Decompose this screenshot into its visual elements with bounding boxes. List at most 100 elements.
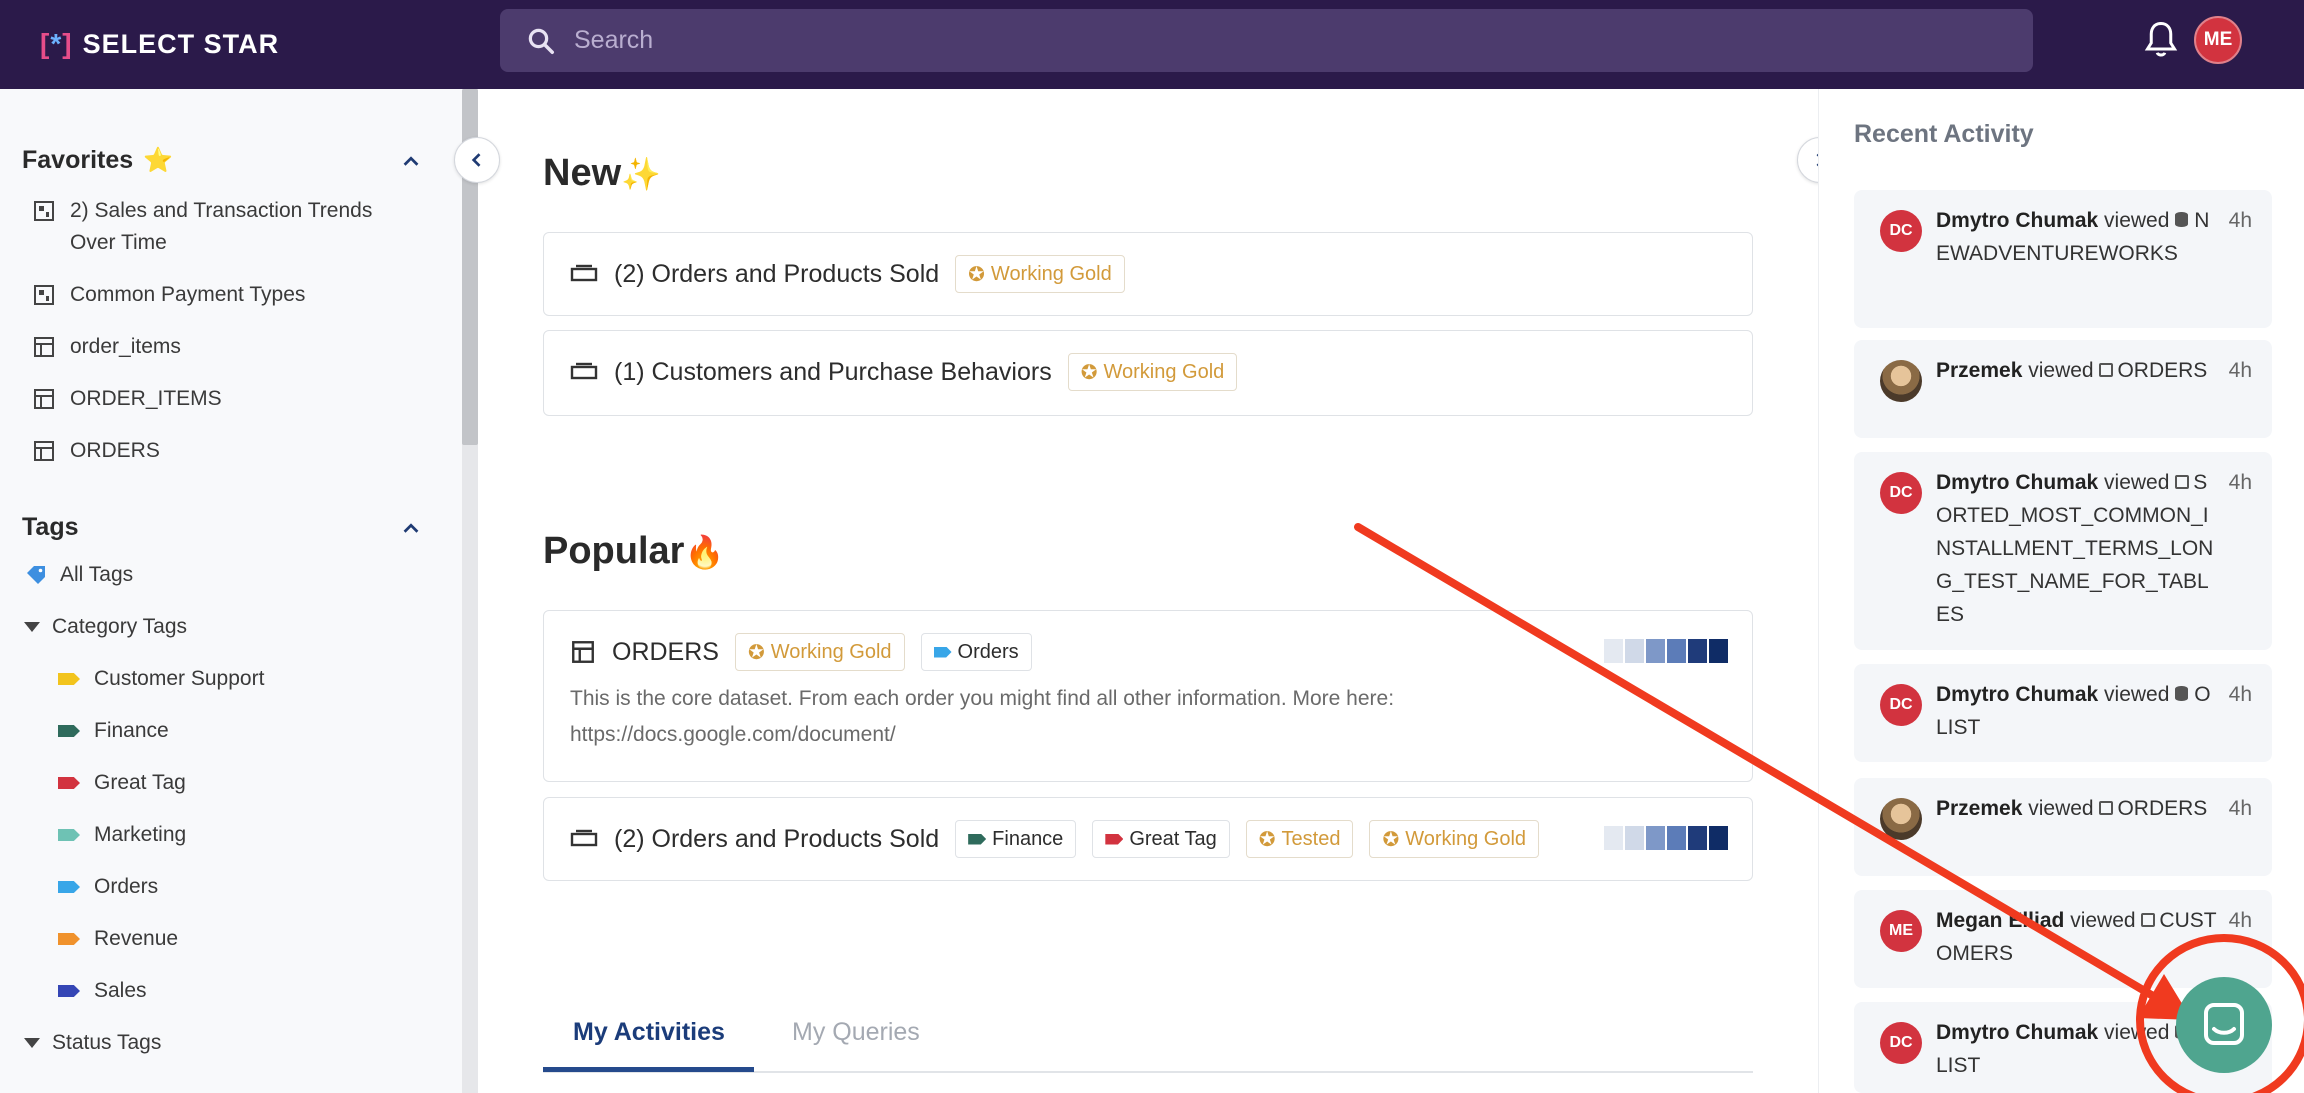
- app-logo[interactable]: [*] SELECT STAR: [40, 24, 279, 64]
- favorite-item[interactable]: ORDER_ITEMS: [32, 383, 222, 415]
- chevron-up-icon[interactable]: [400, 518, 422, 540]
- tag-badge[interactable]: Orders: [920, 633, 1032, 671]
- table-icon: [34, 337, 54, 357]
- notification-bell-icon[interactable]: [2143, 20, 2179, 60]
- activity-user: Dmytro Chumak: [1936, 1021, 2099, 1044]
- category-tag-item[interactable]: Customer Support: [58, 667, 264, 691]
- user-avatar[interactable]: ME: [2194, 16, 2242, 64]
- table-icon: [34, 441, 54, 461]
- item-title[interactable]: (2) Orders and Products Sold: [614, 260, 939, 289]
- item-title[interactable]: ORDERS: [612, 638, 719, 667]
- category-tag-item[interactable]: Great Tag: [58, 771, 186, 795]
- activity-item[interactable]: DC Dmytro Chumak viewed SORTED_MOST_COMM…: [1854, 452, 2272, 650]
- category-tags-group[interactable]: Category Tags: [24, 615, 187, 639]
- status-badge: ✪ Working Gold: [734, 633, 905, 671]
- avatar: DC: [1880, 472, 1922, 514]
- award-icon: ✪: [1382, 828, 1400, 851]
- award-icon: ✪: [968, 263, 985, 286]
- search-bar[interactable]: [500, 9, 2033, 72]
- recent-activity-title: Recent Activity: [1854, 120, 2034, 148]
- collapse-sidebar-button[interactable]: [454, 137, 500, 183]
- activity-time: 4h: [2228, 359, 2252, 382]
- activity-object[interactable]: ORDERS: [2117, 797, 2207, 820]
- caret-down-icon: [24, 1038, 40, 1048]
- category-tag-item[interactable]: Revenue: [58, 927, 178, 951]
- star-icon: ⭐: [143, 147, 174, 174]
- table-icon: [2099, 362, 2114, 377]
- logo-text: SELECT STAR: [82, 28, 280, 59]
- chat-icon: [2204, 1003, 2244, 1045]
- activity-item[interactable]: Przemek viewed ORDERS 4h: [1854, 340, 2272, 438]
- active-tab-indicator: [543, 1067, 754, 1072]
- avatar: DC: [1880, 684, 1922, 726]
- activity-item[interactable]: ME Megan Elliad viewed CUSTOMERS 4h: [1854, 890, 2272, 988]
- sidebar: Favorites ⭐ 2) Sales and Transaction Tre…: [0, 89, 478, 1093]
- status-tags-group[interactable]: Status Tags: [24, 1031, 161, 1055]
- award-icon: ✪: [747, 641, 765, 664]
- table-icon: [2175, 474, 2190, 489]
- popular-item-card[interactable]: ORDERS ✪ Working Gold Orders This is the …: [543, 610, 1753, 782]
- tag-badge[interactable]: Finance: [955, 820, 1077, 858]
- category-tag-item[interactable]: Marketing: [58, 823, 186, 847]
- dashboard-icon: [570, 362, 598, 380]
- category-tag-item[interactable]: Finance: [58, 719, 169, 743]
- status-badge: ✪ Working Gold: [1369, 820, 1540, 858]
- activity-time: 4h: [2228, 909, 2252, 932]
- activity-user: Dmytro Chumak: [1936, 209, 2099, 232]
- item-title[interactable]: (1) Customers and Purchase Behaviors: [614, 358, 1052, 387]
- activity-item[interactable]: Przemek viewed ORDERS 4h: [1854, 778, 2272, 876]
- tag-icon: [58, 881, 80, 893]
- activity-time: 4h: [2228, 683, 2252, 706]
- tab-my-queries[interactable]: My Queries: [792, 1018, 920, 1047]
- activity-item[interactable]: DC Dmytro Chumak viewed OLIST 4h: [1854, 664, 2272, 762]
- avatar: DC: [1880, 210, 1922, 252]
- status-badge: ✪ Working Gold: [955, 255, 1125, 293]
- sparkles-icon: ✨: [621, 156, 661, 192]
- table-icon: [34, 389, 54, 409]
- activity-item[interactable]: DC Dmytro Chumak viewed NEWADVENTUREWORK…: [1854, 190, 2272, 328]
- award-icon: ✪: [1258, 828, 1276, 851]
- activity-user: Megan Elliad: [1936, 909, 2065, 932]
- activity-user: Przemek: [1936, 359, 2023, 382]
- item-title[interactable]: (2) Orders and Products Sold: [614, 825, 939, 854]
- chevron-up-icon[interactable]: [400, 151, 422, 173]
- tags-header[interactable]: Tags: [22, 513, 79, 542]
- tag-icon: [58, 933, 80, 945]
- dashboard-icon: [34, 285, 54, 305]
- popular-item-card[interactable]: (2) Orders and Products Sold Finance Gre…: [543, 797, 1753, 881]
- activity-time: 4h: [2228, 209, 2252, 232]
- avatar: [1880, 798, 1922, 840]
- all-tags-link[interactable]: All Tags: [24, 563, 133, 587]
- search-input[interactable]: [574, 26, 1974, 55]
- activity-object[interactable]: ORDERS: [2117, 359, 2207, 382]
- favorites-header[interactable]: Favorites ⭐: [22, 146, 173, 175]
- favorite-item[interactable]: ORDERS: [32, 435, 160, 467]
- new-item-card[interactable]: (2) Orders and Products Sold ✪ Working Go…: [543, 232, 1753, 316]
- status-badge: ✪ Tested: [1245, 820, 1354, 858]
- table-icon: [572, 641, 594, 663]
- activity-tabs: My Activities My Queries: [543, 1000, 1753, 1073]
- tag-icon: [58, 777, 80, 789]
- category-tag-item[interactable]: Sales: [58, 979, 147, 1003]
- favorite-item[interactable]: Common Payment Types: [32, 279, 305, 311]
- status-badge: ✪ Working Gold: [1067, 353, 1238, 391]
- activity-object[interactable]: SORTED_MOST_COMMON_INSTALLMENT_TERMS_LON…: [1936, 471, 2213, 626]
- popularity-indicator: [1604, 639, 1728, 663]
- new-item-card[interactable]: (1) Customers and Purchase Behaviors ✪ Wo…: [543, 330, 1753, 416]
- tag-icon: [27, 566, 45, 584]
- favorite-item[interactable]: order_items: [32, 331, 181, 363]
- dashboard-icon: [34, 201, 54, 221]
- activity-time: 4h: [2228, 797, 2252, 820]
- favorite-item[interactable]: 2) Sales and Transaction Trends Over Tim…: [32, 195, 410, 259]
- chat-support-button[interactable]: [2176, 977, 2272, 1073]
- avatar: DC: [1880, 1022, 1922, 1064]
- category-tag-item[interactable]: Orders: [58, 875, 158, 899]
- tag-icon: [58, 673, 80, 685]
- award-icon: ✪: [1080, 361, 1098, 384]
- top-bar: [*] SELECT STAR ME: [0, 0, 2304, 89]
- activity-user: Przemek: [1936, 797, 2023, 820]
- tab-my-activities[interactable]: My Activities: [573, 1018, 725, 1047]
- database-icon: [2175, 212, 2189, 228]
- tag-badge[interactable]: Great Tag: [1092, 820, 1230, 858]
- dashboard-icon: [570, 829, 598, 847]
